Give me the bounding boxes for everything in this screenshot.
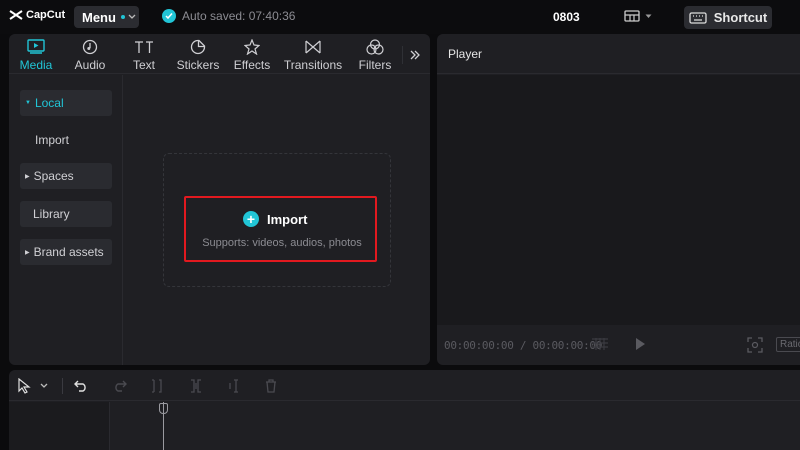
track-header: [9, 402, 110, 450]
sidebar-item-spaces[interactable]: ▶ Spaces: [20, 163, 112, 189]
media-icon: [27, 39, 45, 54]
tab-label: Media: [19, 58, 53, 72]
caret-down-icon: ▼: [25, 100, 31, 106]
tab-label: Filters: [358, 58, 392, 72]
timecode-display: 00:00:00:00 / 00:00:00:00: [444, 339, 603, 352]
tab-bar: Media Audio Text Stickers Effects Transi…: [9, 34, 430, 74]
autosave-status: Auto saved: 07:40:36: [162, 9, 295, 23]
capcut-logo: CapCut: [9, 9, 65, 21]
sidebar-item-library[interactable]: Library: [20, 201, 112, 227]
fullscreen-icon: [747, 337, 763, 353]
player-viewport: [437, 75, 800, 325]
sidebar-item-label: Library: [33, 207, 70, 221]
project-name[interactable]: 0803: [553, 10, 580, 24]
menu-button[interactable]: Menu: [74, 6, 139, 28]
text-icon: [135, 40, 153, 53]
ratio-button[interactable]: Ratio: [776, 337, 800, 352]
sidebar-item-label: Import: [35, 133, 70, 147]
notification-dot: [120, 15, 125, 19]
tab-media[interactable]: Media: [11, 37, 61, 73]
sidebar-item-brand-assets[interactable]: ▶ Brand assets: [20, 239, 112, 265]
sidebar-item-label: Spaces: [33, 169, 74, 183]
chevron-down-icon: [40, 383, 48, 388]
play-icon: [636, 338, 645, 350]
select-tool-button[interactable]: [17, 377, 31, 395]
tab-text[interactable]: Text: [119, 37, 169, 73]
transitions-icon: [305, 40, 321, 53]
toolbar-divider: [62, 378, 63, 394]
stickers-icon: [190, 39, 206, 54]
timeline-panel: [9, 370, 800, 450]
play-button[interactable]: [634, 337, 646, 351]
sidebar-item-label: Brand assets: [33, 245, 104, 259]
tab-label: Stickers: [176, 58, 220, 72]
tab-label: Effects: [233, 58, 271, 72]
timeline-grid-button[interactable]: [590, 337, 610, 351]
shortcut-label: Shortcut: [713, 10, 768, 25]
layout-button[interactable]: [624, 10, 652, 22]
cursor-icon: [18, 378, 31, 394]
media-panel: Media Audio Text Stickers Effects Transi…: [9, 34, 430, 365]
tab-label: Audio: [74, 58, 106, 72]
effects-icon: [244, 38, 260, 55]
playhead-line[interactable]: [163, 402, 164, 450]
sidebar-item-import[interactable]: Import: [20, 127, 112, 153]
autosave-text: Auto saved: 07:40:36: [182, 9, 296, 23]
chevron-down-icon: [645, 14, 652, 18]
caret-right-icon: ▶: [25, 249, 30, 256]
split-icon: [152, 379, 162, 393]
check-icon: [162, 9, 176, 23]
plus-icon: +: [243, 211, 259, 227]
tab-audio[interactable]: Audio: [65, 37, 115, 73]
delete-left-button[interactable]: [190, 377, 202, 395]
player-title: Player: [448, 47, 483, 61]
timeline-toolbar: [9, 370, 800, 401]
tab-effects[interactable]: Effects: [227, 37, 277, 73]
player-panel: Player 00:00:00:00 / 00:00:00:00 Ratio: [437, 34, 800, 365]
filters-icon: [366, 38, 384, 55]
timeline-ruler[interactable]: [110, 402, 800, 416]
delete-button[interactable]: [265, 377, 277, 395]
media-content: + Import Supports: videos, audios, photo…: [124, 75, 430, 365]
undo-button[interactable]: [74, 377, 88, 395]
player-controls: 00:00:00:00 / 00:00:00:00 Ratio: [437, 325, 800, 365]
timeline-tracks[interactable]: [9, 402, 800, 450]
grid-icon: [592, 338, 608, 350]
sidebar-item-local[interactable]: ▼ Local: [20, 90, 112, 116]
double-chevron-right-icon: [410, 50, 420, 60]
redo-button[interactable]: [113, 377, 127, 395]
trim-right-icon: [229, 379, 238, 393]
split-button[interactable]: [151, 377, 163, 395]
redo-icon: [115, 380, 127, 392]
top-bar: CapCut Menu Auto saved: 07:40:36 0803 Sh…: [0, 0, 800, 34]
supported-formats-text: Supports: videos, audios, photos: [202, 237, 362, 249]
sidebar-item-label: Local: [34, 96, 64, 110]
logo-text: CapCut: [26, 9, 66, 21]
tab-stickers[interactable]: Stickers: [173, 37, 223, 73]
import-button[interactable]: + Import: [243, 211, 307, 227]
capcut-logo-icon: [9, 10, 23, 20]
tab-transitions[interactable]: Transitions: [284, 37, 342, 73]
player-header: Player: [437, 34, 800, 74]
layout-icon: [624, 10, 640, 22]
import-label: Import: [267, 211, 308, 227]
shortcut-button[interactable]: Shortcut: [684, 6, 772, 29]
import-highlight-box: [184, 196, 377, 262]
delete-right-button[interactable]: [228, 377, 240, 395]
more-tabs-button[interactable]: [402, 46, 420, 64]
trash-icon: [266, 379, 276, 393]
tab-label: Transitions: [283, 58, 343, 72]
fullscreen-button[interactable]: [747, 337, 763, 353]
chevron-down-icon: [128, 14, 136, 19]
tab-filters[interactable]: Filters: [350, 37, 400, 73]
tab-label: Text: [132, 58, 155, 72]
undo-icon: [74, 380, 86, 392]
keyboard-icon: [689, 11, 707, 24]
caret-right-icon: ▶: [25, 173, 30, 180]
menu-label: Menu: [82, 9, 116, 25]
trim-left-icon: [191, 379, 201, 393]
audio-icon: [82, 39, 98, 54]
media-sidebar: ▼ Local Import ▶ Spaces Library ▶ Brand …: [9, 75, 123, 365]
select-tool-dropdown[interactable]: [40, 377, 48, 395]
